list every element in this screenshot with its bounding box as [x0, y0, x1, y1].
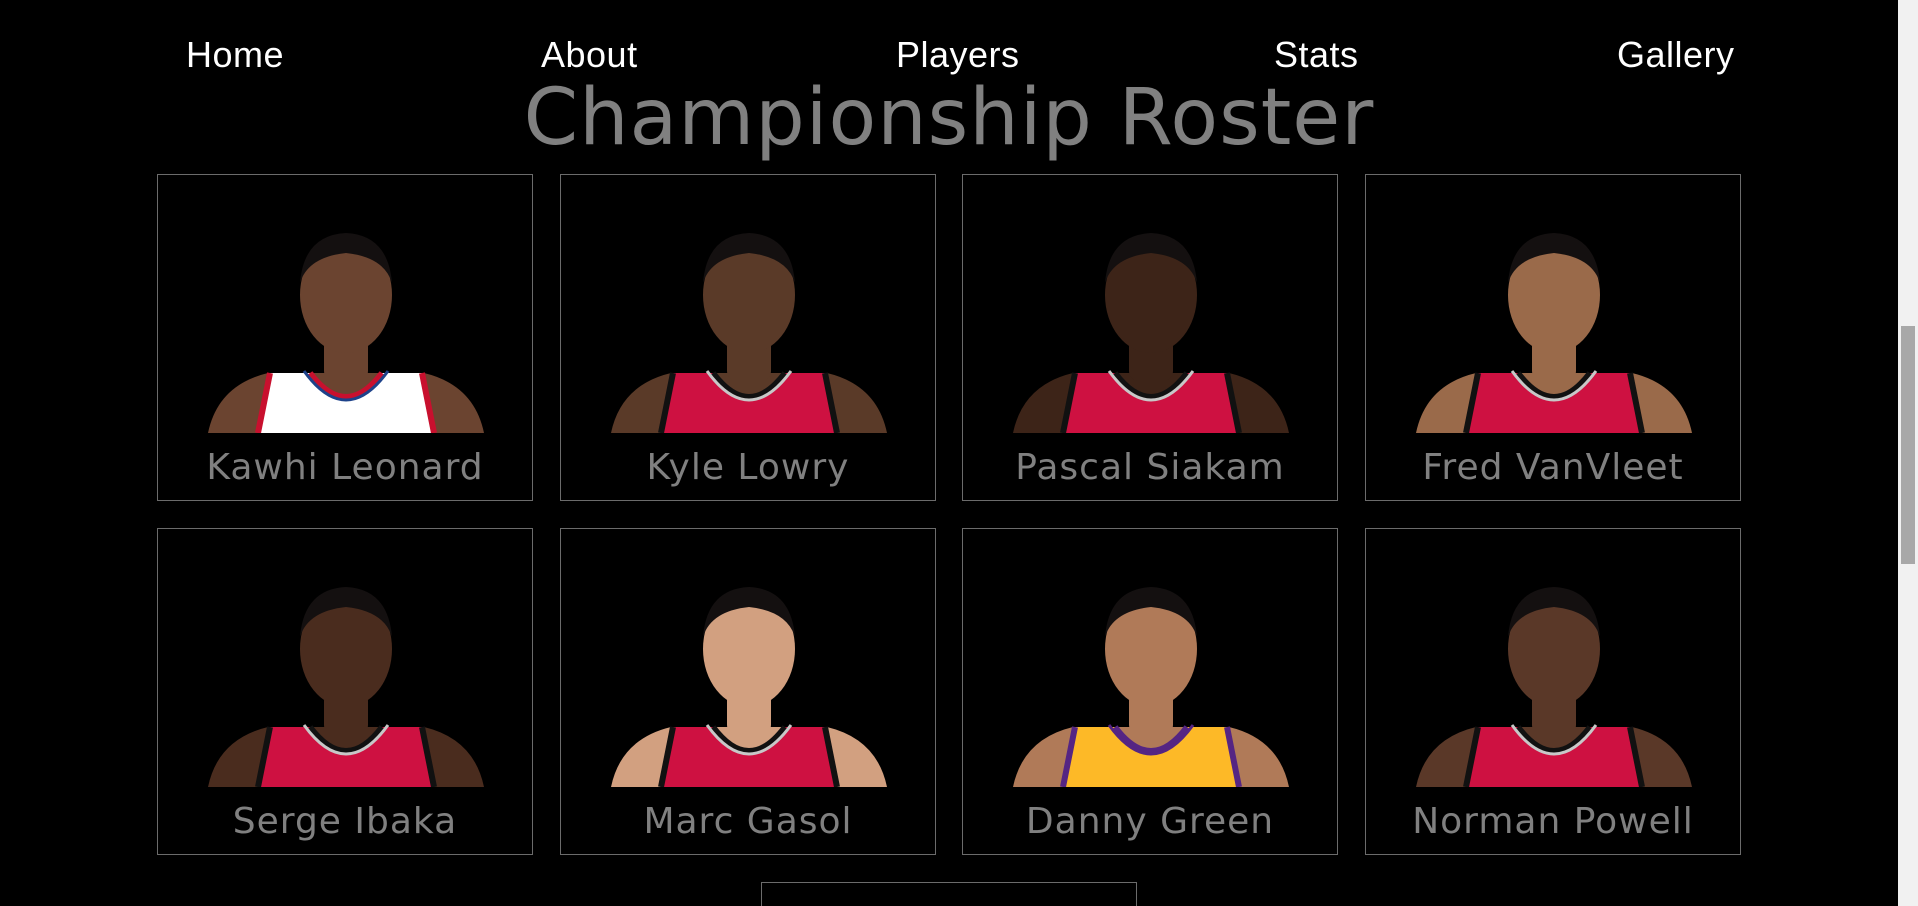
player-portrait	[611, 587, 887, 787]
player-card[interactable]: Kyle Lowry	[560, 174, 936, 501]
player-photo	[188, 559, 504, 787]
player-photo	[591, 205, 907, 433]
player-name: Kyle Lowry	[646, 447, 850, 488]
player-name: Kawhi Leonard	[206, 447, 484, 488]
page-title: Championship Roster	[523, 73, 1375, 163]
player-card[interactable]: Danny Green	[962, 528, 1338, 855]
more-button[interactable]	[761, 882, 1137, 906]
player-photo	[1396, 559, 1712, 787]
player-photo	[188, 205, 504, 433]
player-portrait	[1416, 233, 1692, 433]
player-portrait	[208, 233, 484, 433]
player-card[interactable]: Serge Ibaka	[157, 528, 533, 855]
player-portrait	[1416, 587, 1692, 787]
player-card[interactable]: Norman Powell	[1365, 528, 1741, 855]
player-card[interactable]: Kawhi Leonard	[157, 174, 533, 501]
player-portrait	[611, 233, 887, 433]
player-card[interactable]: Marc Gasol	[560, 528, 936, 855]
player-name: Marc Gasol	[643, 801, 853, 842]
player-name: Serge Ibaka	[232, 801, 458, 842]
player-portrait	[1013, 233, 1289, 433]
player-photo	[993, 205, 1309, 433]
player-card[interactable]: Pascal Siakam	[962, 174, 1338, 501]
player-card[interactable]: Fred VanVleet	[1365, 174, 1741, 501]
player-photo	[993, 559, 1309, 787]
scrollbar-thumb[interactable]	[1901, 326, 1915, 564]
player-name: Fred VanVleet	[1422, 447, 1684, 488]
player-name: Norman Powell	[1412, 801, 1694, 842]
player-name: Pascal Siakam	[1015, 447, 1285, 488]
player-portrait	[1013, 587, 1289, 787]
player-photo	[591, 559, 907, 787]
player-portrait	[208, 587, 484, 787]
scrollbar[interactable]	[1898, 0, 1918, 906]
page: Home About Players Stats Gallery Champio…	[0, 0, 1918, 906]
player-name: Danny Green	[1025, 801, 1275, 842]
player-photo	[1396, 205, 1712, 433]
